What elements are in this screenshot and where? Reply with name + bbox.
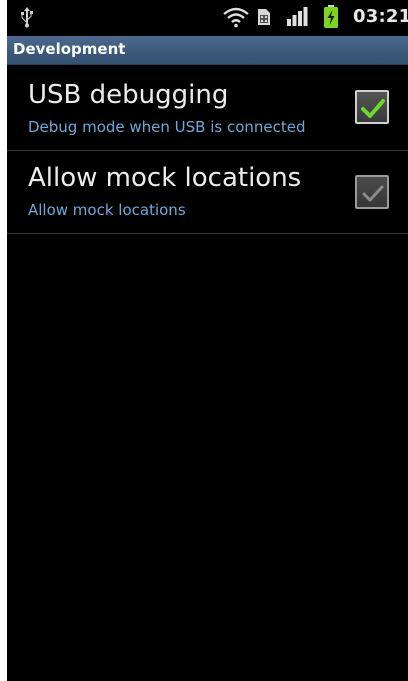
- usb-debugging-checkbox[interactable]: [355, 90, 389, 124]
- checkmark-icon: [361, 99, 385, 118]
- setting-summary: Debug mode when USB is connected: [28, 118, 306, 136]
- clock-time: 03:21: [353, 6, 408, 27]
- divider: [7, 233, 408, 234]
- usb-icon: [19, 6, 35, 32]
- setting-allow-mock-locations[interactable]: Allow mock locations Allow mock location…: [7, 151, 408, 233]
- status-bar: 03:21: [7, 0, 408, 36]
- phone-screen: 03:21 Development USB debugging Debug mo…: [7, 0, 408, 681]
- setting-summary: Allow mock locations: [28, 201, 186, 219]
- battery-charging-icon: [323, 5, 339, 33]
- checkmark-icon: [362, 185, 384, 202]
- setting-label: Allow mock locations: [28, 163, 302, 193]
- page-title: Development: [13, 40, 126, 58]
- wifi-icon: [223, 6, 249, 32]
- page-title-bar: Development: [7, 36, 408, 65]
- setting-label: USB debugging: [28, 80, 229, 110]
- setting-usb-debugging[interactable]: USB debugging Debug mode when USB is con…: [7, 68, 408, 150]
- signal-icon: [287, 7, 309, 31]
- mock-locations-checkbox[interactable]: [355, 175, 389, 209]
- sim-icon: [257, 8, 271, 30]
